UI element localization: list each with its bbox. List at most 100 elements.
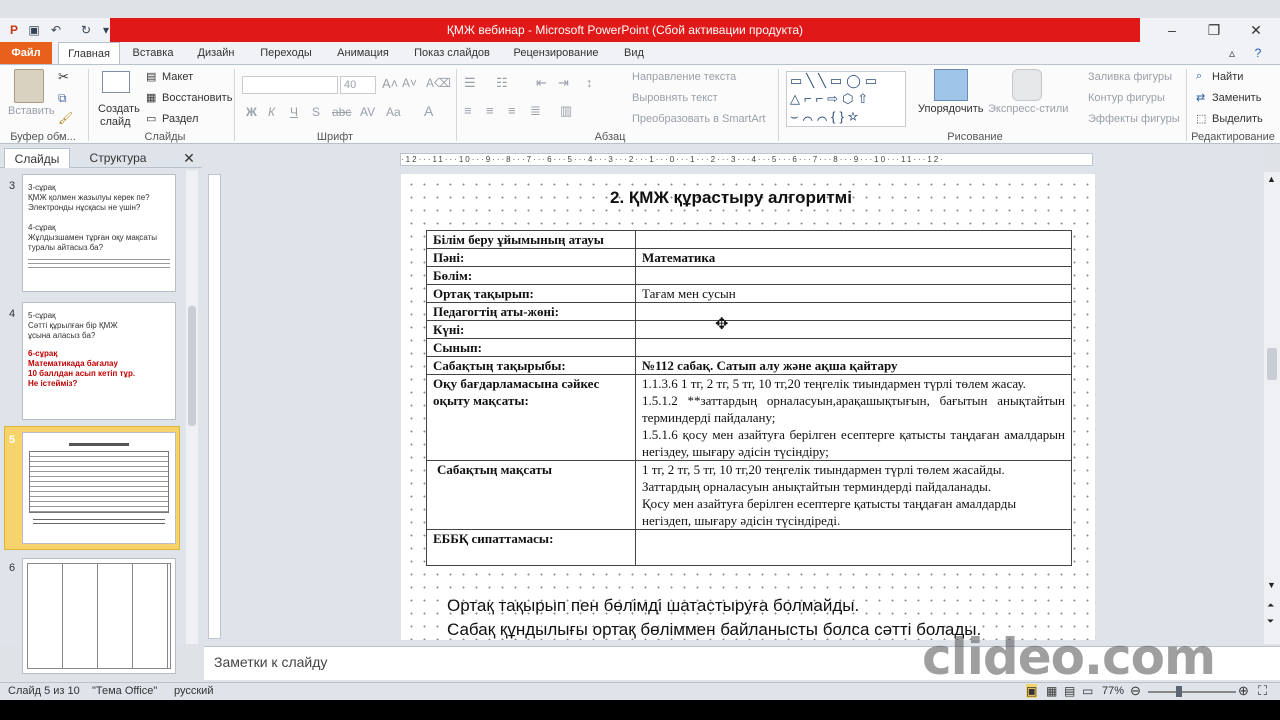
table-cell-label[interactable]: Сабақтың мақсаты xyxy=(426,460,636,530)
section-button[interactable]: Раздел xyxy=(162,113,198,125)
paste-button[interactable]: Вставить xyxy=(8,105,55,117)
change-case-icon[interactable]: Aa xyxy=(386,105,401,119)
strikethrough-icon[interactable]: abc xyxy=(332,105,351,119)
theme-name[interactable]: "Тема Office" xyxy=(92,685,157,697)
sorter-view-icon[interactable]: ▦ xyxy=(1046,684,1057,698)
zoom-slider-thumb[interactable] xyxy=(1176,686,1182,697)
slide-canvas[interactable]: 2. ҚМЖ құрастыру алгоритмі Білім беру ұй… xyxy=(401,174,1095,640)
editor-scrollbar[interactable]: ▲ ▼ ⏶ ⏷ xyxy=(1264,172,1280,644)
numbering-icon[interactable]: ☷ xyxy=(496,75,508,91)
grow-font-icon[interactable]: A˄ xyxy=(382,76,398,91)
decrease-indent-icon[interactable]: ⇤ xyxy=(536,75,547,91)
table-cell-value[interactable]: №112 сабақ. Сатып алу және ақша қайтару xyxy=(635,356,1072,375)
copy-icon[interactable]: ⧉ xyxy=(58,91,67,106)
increase-indent-icon[interactable]: ⇥ xyxy=(558,75,569,91)
tab-view[interactable]: Вид xyxy=(616,42,652,64)
table-cell-label[interactable]: Сабақтың тақырыбы: xyxy=(426,356,636,375)
slideshow-view-icon[interactable]: ▭ xyxy=(1082,684,1093,698)
tab-design[interactable]: Дизайн xyxy=(190,42,242,64)
shape-fill-button[interactable]: Заливка фигуры xyxy=(1088,71,1172,83)
table-cell-label[interactable]: Күні: xyxy=(426,320,636,339)
tab-outline[interactable]: Структура xyxy=(80,148,156,168)
table-cell-value[interactable]: Математика xyxy=(635,248,1072,267)
table-cell-value[interactable] xyxy=(635,302,1072,321)
shape-effects-button[interactable]: Эффекты фигуры xyxy=(1088,113,1180,125)
maximize-button[interactable]: ❐ xyxy=(1194,18,1234,42)
redo-icon[interactable]: ↻ xyxy=(78,22,94,38)
format-painter-icon[interactable]: 🖌 xyxy=(58,111,73,125)
slide-body-text[interactable]: Ортақ тақырып пен бөлімді шатастыруға бо… xyxy=(447,594,981,642)
smartart-button[interactable]: Преобразовать в SmartArt xyxy=(632,113,765,125)
close-panel-icon[interactable]: ✕ xyxy=(182,148,196,168)
table-cell-label[interactable]: Пәні: xyxy=(426,248,636,267)
layout-button[interactable]: Макет xyxy=(162,71,193,83)
quick-styles-button[interactable]: Экспресс-стили xyxy=(988,103,1068,115)
minimize-button[interactable]: – xyxy=(1152,18,1192,42)
line-spacing-icon[interactable]: ↕ xyxy=(586,75,593,90)
tab-home[interactable]: Главная xyxy=(58,42,120,65)
powerpoint-logo-icon[interactable]: P xyxy=(6,22,22,38)
tab-transitions[interactable]: Переходы xyxy=(254,42,318,64)
columns-icon[interactable]: ▥ xyxy=(560,103,572,119)
shapes-gallery[interactable]: ▭╲╲▭◯▭ △⌐⌐⇨⬡⇧ ⌣⌒⌒{}☆ xyxy=(786,71,906,127)
bold-icon[interactable]: Ж xyxy=(246,105,257,119)
scroll-down-icon[interactable]: ▼ xyxy=(1267,580,1276,590)
justify-icon[interactable]: ≣ xyxy=(530,103,541,119)
font-family-select[interactable] xyxy=(242,76,338,94)
replace-button[interactable]: Заменить xyxy=(1212,92,1261,104)
notes-placeholder[interactable]: Заметки к слайду xyxy=(214,654,327,670)
tab-slides[interactable]: Слайды xyxy=(4,148,70,168)
slide-title[interactable]: 2. ҚМЖ құрастыру алгоритмі xyxy=(401,188,1061,208)
font-size-select[interactable]: 40 xyxy=(340,76,376,94)
table-cell-value[interactable]: 1.1.3.6 1 тг, 2 тг, 5 тг, 10 тг,20 теңге… xyxy=(635,374,1072,461)
table-cell-label[interactable]: Білім беру ұйымының атауы xyxy=(426,230,636,249)
undo-icon[interactable]: ↶ xyxy=(48,22,64,38)
tab-slideshow[interactable]: Показ слайдов xyxy=(408,42,496,64)
scroll-up-icon[interactable]: ▲ xyxy=(1267,174,1276,184)
close-button[interactable]: ✕ xyxy=(1236,18,1276,42)
italic-icon[interactable]: К xyxy=(268,105,275,119)
new-slide-icon[interactable] xyxy=(102,71,130,93)
lesson-plan-table[interactable]: Білім беру ұйымының атауы Пәні: Математик… xyxy=(426,230,1072,566)
tab-review[interactable]: Рецензирование xyxy=(508,42,604,64)
collapse-ribbon-icon[interactable]: ▵ xyxy=(1224,45,1240,61)
reading-view-icon[interactable]: ▤ xyxy=(1064,684,1075,698)
zoom-in-icon[interactable]: ⊕ xyxy=(1238,683,1249,699)
tab-animation[interactable]: Анимация xyxy=(330,42,396,64)
save-icon[interactable]: ▣ xyxy=(26,22,42,38)
normal-view-icon[interactable]: ▣ xyxy=(1026,684,1038,698)
align-right-icon[interactable]: ≡ xyxy=(508,103,516,118)
next-slide-icon[interactable]: ⏷ xyxy=(1267,616,1274,627)
shape-outline-button[interactable]: Контур фигуры xyxy=(1088,92,1165,104)
underline-icon[interactable]: Ч xyxy=(290,105,298,119)
table-cell-label[interactable]: ЕББҚ сипаттамасы: xyxy=(426,529,636,566)
slide-thumbnail-6[interactable] xyxy=(22,558,176,674)
table-cell-label[interactable]: Ортақ тақырып: xyxy=(426,284,636,303)
slide-thumbnail-4[interactable]: 5-сұрақ Сәтті құрылған бір ҚМЖ ұсына ала… xyxy=(22,302,176,420)
tab-insert[interactable]: Вставка xyxy=(128,42,178,64)
clear-format-icon[interactable]: A⌫ xyxy=(426,76,451,90)
font-color-icon[interactable]: A xyxy=(424,103,433,119)
help-icon[interactable]: ? xyxy=(1250,45,1266,61)
table-cell-label[interactable]: Бөлім: xyxy=(426,266,636,285)
table-cell-value[interactable] xyxy=(635,320,1072,339)
select-button[interactable]: Выделить xyxy=(1212,113,1263,125)
table-cell-value[interactable] xyxy=(635,338,1072,357)
arrange-button[interactable]: Упорядочить xyxy=(918,103,983,115)
zoom-level[interactable]: 77% xyxy=(1102,685,1124,697)
tab-file[interactable]: Файл xyxy=(0,42,52,64)
reset-button[interactable]: Восстановить xyxy=(162,92,232,104)
text-direction-button[interactable]: Направление текста xyxy=(632,71,736,83)
find-button[interactable]: Найти xyxy=(1212,71,1243,83)
table-cell-value[interactable] xyxy=(635,230,1072,249)
paste-icon[interactable] xyxy=(14,69,44,103)
previous-slide-icon[interactable]: ⏶ xyxy=(1267,600,1274,611)
zoom-slider[interactable] xyxy=(1148,691,1236,693)
table-cell-value[interactable]: Тағам мен сусын xyxy=(635,284,1072,303)
bullets-icon[interactable]: ☰ xyxy=(464,75,476,91)
cut-icon[interactable]: ✂ xyxy=(58,69,69,85)
fit-slide-icon[interactable]: ⛶ xyxy=(1258,683,1267,699)
table-cell-value[interactable] xyxy=(635,529,1072,566)
table-cell-label[interactable]: Сынып: xyxy=(426,338,636,357)
slide-thumbnail-5[interactable] xyxy=(22,432,176,544)
